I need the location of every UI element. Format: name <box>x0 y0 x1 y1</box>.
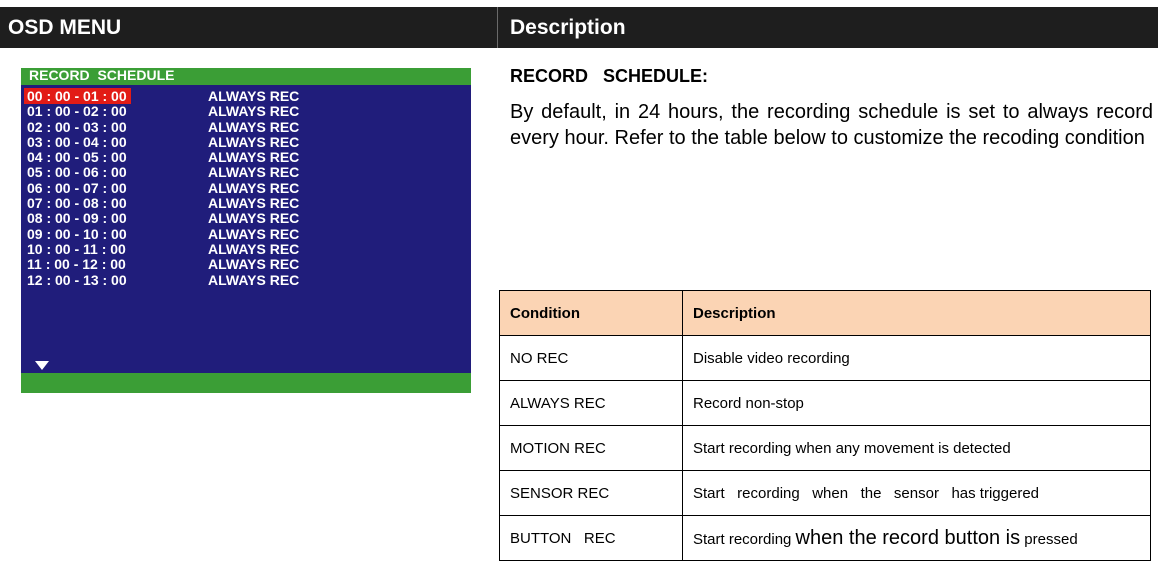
schedule-row[interactable]: 06 : 00 - 07 : 00 ALWAYS REC <box>21 180 471 196</box>
description-cell: Record non-stop <box>682 380 1151 426</box>
section-body: By default, in 24 hours, the recording s… <box>510 101 1153 149</box>
table-row: NO REC Disable video recording <box>499 335 1151 381</box>
schedule-mode[interactable]: ALWAYS REC <box>208 119 299 135</box>
condition-cell: MOTION REC <box>499 425 683 471</box>
schedule-row[interactable]: 08 : 00 - 09 : 00 ALWAYS REC <box>21 210 471 226</box>
schedule-time-slot[interactable]: 00 : 00 - 01 : 00 <box>24 88 131 104</box>
column-header-condition: Condition <box>499 290 683 336</box>
table-row: BUTTON REC Start recording when the reco… <box>499 515 1151 561</box>
schedule-mode[interactable]: ALWAYS REC <box>208 256 299 272</box>
schedule-time-slot[interactable]: 10 : 00 - 11 : 00 <box>24 241 130 257</box>
condition-cell: NO REC <box>499 335 683 381</box>
schedule-row[interactable]: 12 : 00 - 13 : 00 ALWAYS REC <box>21 272 471 288</box>
schedule-mode[interactable]: ALWAYS REC <box>208 210 299 226</box>
schedule-mode[interactable]: ALWAYS REC <box>208 180 299 196</box>
schedule-row[interactable]: 05 : 00 - 06 : 00 ALWAYS REC <box>21 164 471 180</box>
schedule-mode[interactable]: ALWAYS REC <box>208 272 299 288</box>
column-header-description: Description <box>682 290 1151 336</box>
table-row: MOTION REC Start recording when any move… <box>499 425 1151 471</box>
schedule-time-slot[interactable]: 02 : 00 - 03 : 00 <box>24 119 131 135</box>
schedule-row[interactable]: 02 : 00 - 03 : 00 ALWAYS REC <box>21 119 471 135</box>
osd-title-bar: RECORD SCHEDULE <box>21 67 471 85</box>
schedule-row[interactable]: 04 : 00 - 05 : 00 ALWAYS REC <box>21 149 471 165</box>
schedule-time-slot[interactable]: 08 : 00 - 09 : 00 <box>24 210 131 226</box>
schedule-time-slot[interactable]: 01 : 00 - 02 : 00 <box>24 103 131 119</box>
description-cell: Disable video recording <box>682 335 1151 381</box>
description-cell: Start recording when the sensor has trig… <box>682 470 1151 516</box>
header-bar: OSD MENU Description <box>0 7 1158 48</box>
schedule-time-slot[interactable]: 03 : 00 - 04 : 00 <box>24 134 131 150</box>
description-cell: Start recording when any movement is det… <box>682 425 1151 471</box>
section-title: RECORD SCHEDULE: <box>510 66 709 86</box>
schedule-time-slot[interactable]: 12 : 00 - 13 : 00 <box>24 272 131 288</box>
schedule-row[interactable]: 01 : 00 - 02 : 00 ALWAYS REC <box>21 103 471 119</box>
schedule-row[interactable]: 03 : 00 - 04 : 00 ALWAYS REC <box>21 134 471 150</box>
schedule-row[interactable]: 11 : 00 - 12 : 00 ALWAYS REC <box>21 256 471 272</box>
schedule-time-slot[interactable]: 07 : 00 - 08 : 00 <box>24 195 131 211</box>
schedule-time-slot[interactable]: 06 : 00 - 07 : 00 <box>24 180 131 196</box>
schedule-mode[interactable]: ALWAYS REC <box>208 88 299 104</box>
down-triangle-icon <box>35 361 49 370</box>
description-cell: Start recording when the record button i… <box>682 515 1151 561</box>
schedule-row[interactable]: 07 : 00 - 08 : 00 ALWAYS REC <box>21 195 471 211</box>
schedule-mode[interactable]: ALWAYS REC <box>208 241 299 257</box>
condition-table: Condition Description NO REC Disable vid… <box>499 290 1151 561</box>
schedule-mode[interactable]: ALWAYS REC <box>208 149 299 165</box>
description-text-b: when the record button is <box>795 526 1021 549</box>
schedule-row[interactable]: 10 : 00 - 11 : 00 ALWAYS REC <box>21 241 471 257</box>
schedule-row[interactable]: 09 : 00 - 10 : 00 ALWAYS REC <box>21 226 471 242</box>
schedule-mode[interactable]: ALWAYS REC <box>208 226 299 242</box>
osd-footer-bar <box>21 373 471 393</box>
schedule-time-slot[interactable]: 04 : 00 - 05 : 00 <box>24 149 131 165</box>
condition-cell: BUTTON REC <box>499 515 683 561</box>
schedule-mode[interactable]: ALWAYS REC <box>208 134 299 150</box>
table-header-row: Condition Description <box>499 290 1151 336</box>
table-row: ALWAYS REC Record non-stop <box>499 380 1151 426</box>
osd-menu-heading: OSD MENU <box>0 7 498 48</box>
description-text-c: pressed <box>1020 530 1078 548</box>
schedule-time-slot[interactable]: 09 : 00 - 10 : 00 <box>24 226 131 242</box>
schedule-list: 00 : 00 - 01 : 00 ALWAYS REC 01 : 00 - 02 … <box>21 88 471 288</box>
schedule-mode[interactable]: ALWAYS REC <box>208 195 299 211</box>
osd-title: RECORD SCHEDULE <box>29 67 175 83</box>
schedule-mode[interactable]: ALWAYS REC <box>208 164 299 180</box>
condition-cell: SENSOR REC <box>499 470 683 516</box>
condition-cell: ALWAYS REC <box>499 380 683 426</box>
schedule-time-slot[interactable]: 11 : 00 - 12 : 00 <box>24 256 130 272</box>
table-row: SENSOR REC Start recording when the sens… <box>499 470 1151 516</box>
schedule-time-slot[interactable]: 05 : 00 - 06 : 00 <box>24 164 131 180</box>
schedule-mode[interactable]: ALWAYS REC <box>208 103 299 119</box>
description-text-a: Start recording <box>693 530 796 548</box>
osd-menu-panel: RECORD SCHEDULE 00 : 00 - 01 : 00 ALWAYS … <box>21 67 471 393</box>
description-heading: Description <box>510 16 626 39</box>
schedule-row[interactable]: 00 : 00 - 01 : 00 ALWAYS REC <box>21 88 471 104</box>
